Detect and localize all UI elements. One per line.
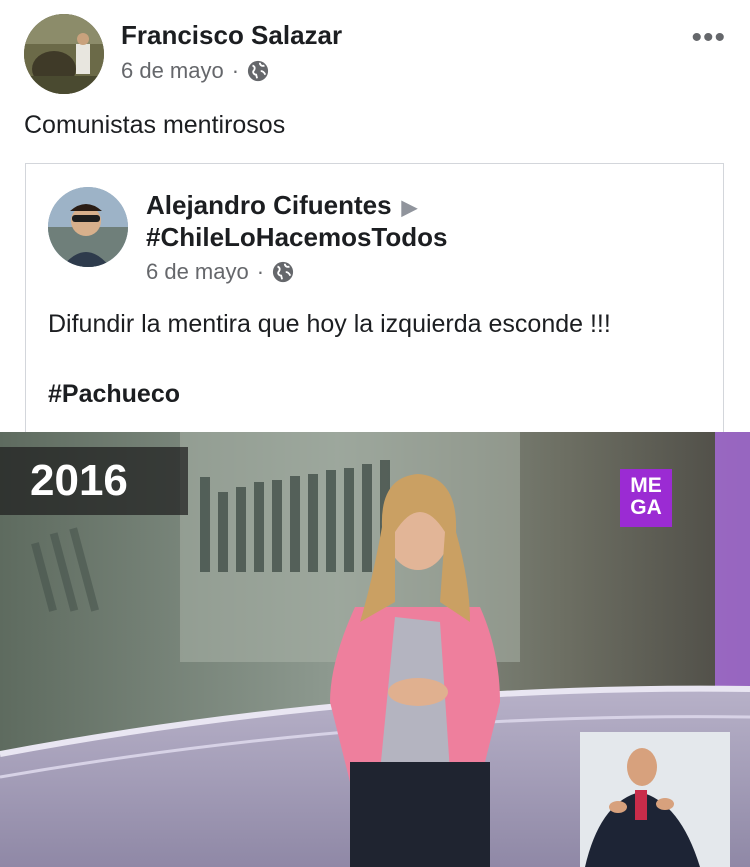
- video-thumbnail[interactable]: 2016 ME GA: [0, 432, 750, 867]
- share-arrow-icon: ▶: [401, 197, 417, 219]
- shared-post-text: Difundir la mentira que hoy la izquierda…: [48, 310, 611, 338]
- globe-icon: [272, 261, 294, 283]
- shared-date[interactable]: 6 de mayo: [146, 259, 249, 285]
- shared-meta: 6 de mayo ·: [146, 259, 294, 285]
- author-name[interactable]: Francisco Salazar: [121, 20, 342, 51]
- shared-hashtag[interactable]: #Pachueco: [48, 380, 180, 409]
- post-date[interactable]: 6 de mayo: [121, 58, 224, 84]
- channel-logo: ME GA: [620, 469, 672, 527]
- more-options-button[interactable]: •••: [691, 23, 726, 53]
- shared-post-card[interactable]: Alejandro Cifuentes ▶ #ChileLoHacemosTodo…: [25, 163, 724, 463]
- post-text: Comunistas mentirosos: [24, 111, 286, 139]
- globe-icon: [247, 60, 269, 82]
- meta-separator: ·: [231, 58, 240, 83]
- author-avatar[interactable]: [24, 14, 104, 94]
- post-meta: 6 de mayo ·: [121, 58, 269, 84]
- year-badge: 2016: [0, 447, 188, 515]
- shared-author-label[interactable]: Alejandro Cifuentes: [146, 190, 392, 220]
- shared-tag[interactable]: #ChileLoHacemosTodos: [146, 222, 447, 253]
- post-header: Francisco Salazar 6 de mayo · •••: [0, 0, 750, 110]
- shared-author-name[interactable]: Alejandro Cifuentes ▶: [146, 188, 417, 225]
- channel-logo-line1: ME: [630, 474, 662, 497]
- channel-logo-line2: GA: [630, 496, 662, 519]
- shared-author-avatar[interactable]: [48, 187, 128, 267]
- shared-meta-separator: ·: [256, 259, 265, 284]
